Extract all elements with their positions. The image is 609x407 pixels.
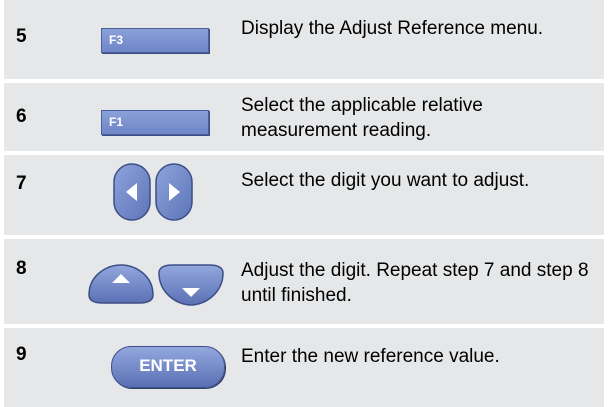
- left-right-arrow-keys: [113, 163, 193, 221]
- step-row: 9 ENTER Enter the new reference value.: [4, 328, 604, 407]
- down-arrow-icon[interactable]: [158, 264, 224, 306]
- step-number: 8: [16, 258, 27, 279]
- step-row: 7 Select the digit you want to adjust.: [4, 155, 604, 235]
- enter-key[interactable]: ENTER: [111, 346, 225, 388]
- step-row: 5 F3 Display the Adjust Reference menu.: [4, 0, 604, 79]
- enter-key-label: ENTER: [139, 356, 197, 375]
- step-description: Adjust the digit. Repeat step 7 and step…: [241, 260, 589, 306]
- up-arrow-icon[interactable]: [88, 264, 154, 304]
- step-number: 7: [16, 173, 27, 194]
- step-row: 8 Adjust the digit. Repeat step 7 and st…: [4, 239, 604, 324]
- step-number: 9: [16, 344, 27, 365]
- right-arrow-icon[interactable]: [155, 163, 193, 221]
- step-description: Enter the new reference value.: [241, 346, 500, 367]
- step-number: 5: [16, 26, 27, 47]
- up-down-arrow-keys: [88, 264, 224, 306]
- step-description: Select the applicable relative measureme…: [241, 95, 483, 141]
- f1-key[interactable]: F1: [101, 110, 209, 135]
- left-arrow-icon[interactable]: [113, 163, 151, 221]
- step-description: Select the digit you want to adjust.: [241, 170, 530, 191]
- f3-key[interactable]: F3: [101, 28, 209, 53]
- step-description: Display the Adjust Reference menu.: [241, 18, 544, 39]
- step-row: 6 F1 Select the applicable relative meas…: [4, 83, 604, 151]
- step-number: 6: [16, 106, 27, 127]
